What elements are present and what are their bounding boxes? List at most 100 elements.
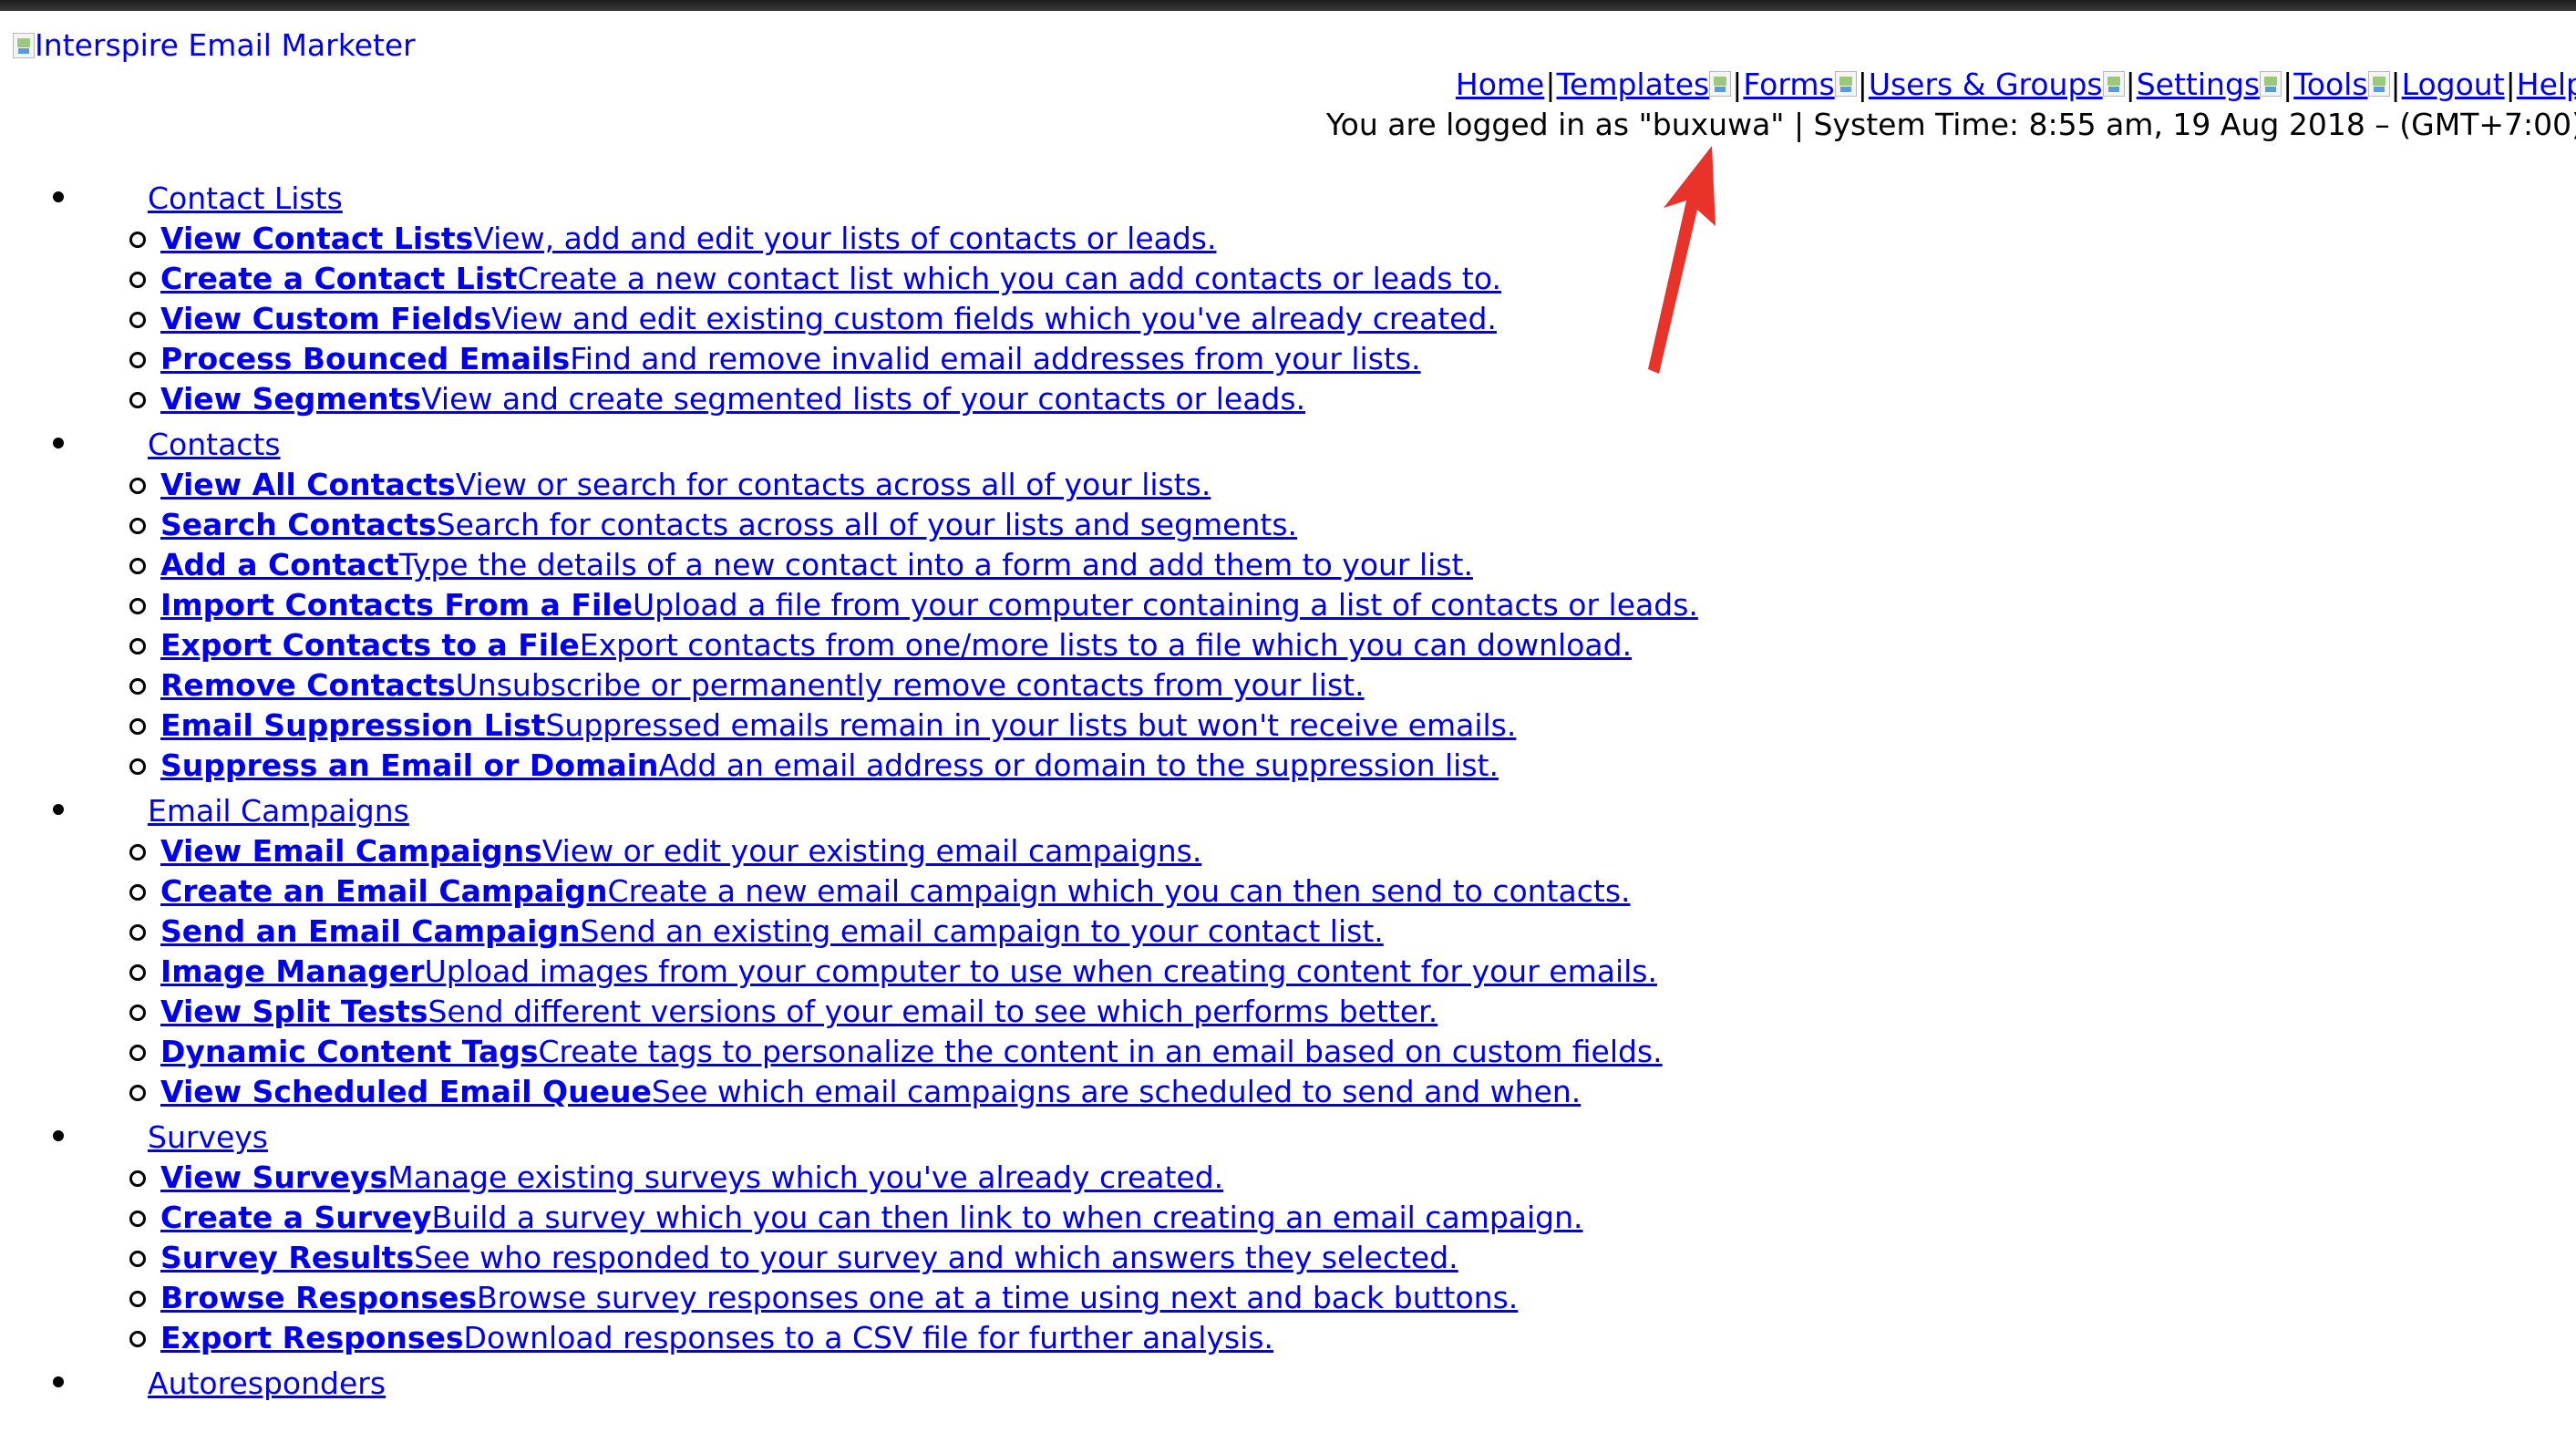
circle-bullet-icon bbox=[129, 844, 146, 860]
menu-link-export-contacts-to-a-file[interactable]: Export Contacts to a FileExport contacts… bbox=[160, 625, 1632, 665]
circle-bullet-icon bbox=[129, 392, 146, 408]
menu-link-image-manager[interactable]: Image ManagerUpload images from your com… bbox=[160, 952, 1657, 992]
menu-link-view-surveys[interactable]: View SurveysManage existing surveys whic… bbox=[160, 1158, 1223, 1198]
menu-link-survey-results[interactable]: Survey ResultsSee who responded to your … bbox=[160, 1238, 1458, 1278]
menu-link-export-responses[interactable]: Export ResponsesDownload responses to a … bbox=[160, 1318, 1273, 1358]
menu-link-description: Unsubscribe or permanently remove contac… bbox=[455, 667, 1365, 703]
submenu-item: Search ContactsSearch for contacts acros… bbox=[36, 505, 1297, 545]
menu-link-description: Build a survey which you can then link t… bbox=[431, 1200, 1583, 1235]
section-title-autoresponders[interactable]: Autoresponders bbox=[148, 1364, 409, 1404]
menu-link-search-contacts[interactable]: Search ContactsSearch for contacts acros… bbox=[160, 505, 1297, 545]
menu-link-description: Create a new email campaign which you ca… bbox=[607, 873, 1631, 909]
menu-link-view-segments[interactable]: View SegmentsView and create segmented l… bbox=[160, 379, 1305, 419]
nav-separator: | bbox=[2282, 67, 2293, 102]
menu-link-send-an-email-campaign[interactable]: Send an Email CampaignSend an existing e… bbox=[160, 912, 1384, 952]
menu-link-description: Type the details of a new contact into a… bbox=[398, 547, 1473, 582]
top-navigation: Home|Templates |Forms |Users & Groups |Sett… bbox=[1456, 66, 2576, 104]
circle-bullet-icon bbox=[129, 1331, 146, 1347]
annotation-arrow-shape bbox=[1648, 146, 1716, 374]
submenu-item: Email Suppression ListSuppressed emails … bbox=[36, 706, 1516, 746]
dropdown-broken-image-icon[interactable] bbox=[1709, 71, 1732, 97]
menu-link-name: View Split Tests bbox=[160, 994, 428, 1029]
menu-link-description: Upload a file from your computer contain… bbox=[632, 587, 1698, 623]
nav-link-logout[interactable]: Logout bbox=[2402, 67, 2505, 102]
nav-link-home[interactable]: Home bbox=[1456, 67, 1544, 102]
submenu-item: View Email CampaignsView or edit your ex… bbox=[36, 831, 1201, 871]
submenu-item: Export ResponsesDownload responses to a … bbox=[36, 1318, 1273, 1358]
menu-link-view-all-contacts[interactable]: View All ContactsView or search for cont… bbox=[160, 465, 1211, 505]
menu-link-name: Image Manager bbox=[160, 953, 425, 989]
dropdown-broken-image-icon[interactable] bbox=[2260, 71, 2282, 97]
section-title-contacts[interactable]: Contacts bbox=[148, 425, 409, 465]
submenu-item: View Contact ListsView, add and edit you… bbox=[36, 219, 1216, 259]
nav-separator: | bbox=[1732, 67, 1743, 102]
menu-link-view-email-campaigns[interactable]: View Email CampaignsView or edit your ex… bbox=[160, 831, 1201, 871]
menu-link-name: Remove Contacts bbox=[160, 667, 456, 703]
menu-link-description: View or search for contacts across all o… bbox=[455, 467, 1211, 502]
menu-link-view-split-tests[interactable]: View Split TestsSend different versions … bbox=[160, 992, 1437, 1032]
submenu-item: Create a SurveyBuild a survey which you … bbox=[36, 1198, 1583, 1238]
nav-separator: | bbox=[1857, 67, 1868, 102]
menu-link-create-an-email-campaign[interactable]: Create an Email CampaignCreate a new ema… bbox=[160, 871, 1631, 912]
circle-bullet-icon bbox=[129, 478, 146, 494]
menu-link-description: View and create segmented lists of your … bbox=[421, 381, 1306, 417]
menu-section: Contact Lists View Contact ListsView, add… bbox=[36, 179, 1501, 419]
nav-link-users-groups[interactable]: Users & Groups bbox=[1869, 67, 2103, 102]
menu-link-description: See who responded to your survey and whi… bbox=[414, 1240, 1458, 1275]
menu-link-remove-contacts[interactable]: Remove ContactsUnsubscribe or permanentl… bbox=[160, 665, 1365, 706]
nav-link-templates[interactable]: Templates bbox=[1556, 67, 1709, 102]
dropdown-broken-image-icon[interactable] bbox=[1834, 71, 1857, 97]
menu-link-name: Export Responses bbox=[160, 1320, 464, 1355]
nav-separator: | bbox=[1545, 67, 1556, 102]
menu-link-process-bounced-emails[interactable]: Process Bounced EmailsFind and remove in… bbox=[160, 339, 1421, 379]
menu-link-name: Email Suppression List bbox=[160, 707, 546, 743]
menu-link-description: Download responses to a CSV file for fur… bbox=[463, 1320, 1274, 1355]
nav-separator: | bbox=[2125, 67, 2136, 102]
nav-link-settings[interactable]: Settings bbox=[2137, 67, 2260, 102]
nav-separator: | bbox=[2390, 67, 2401, 102]
section-title-surveys[interactable]: Surveys bbox=[148, 1118, 409, 1158]
menu-link-description: View and edit existing custom fields whi… bbox=[491, 301, 1497, 336]
menu-link-description: Send an existing email campaign to your … bbox=[580, 913, 1384, 949]
menu-link-create-a-contact-list[interactable]: Create a Contact ListCreate a new contac… bbox=[160, 259, 1501, 299]
nav-link-tools[interactable]: Tools bbox=[2293, 67, 2367, 102]
menu-link-browse-responses[interactable]: Browse ResponsesBrowse survey responses … bbox=[160, 1278, 1518, 1318]
section-title-email-campaigns[interactable]: Email Campaigns bbox=[148, 791, 409, 831]
menu-link-suppress-an-email-or-domain[interactable]: Suppress an Email or DomainAdd an email … bbox=[160, 746, 1499, 786]
menu-link-view-contact-lists[interactable]: View Contact ListsView, add and edit you… bbox=[160, 219, 1216, 259]
submenu-item: View All ContactsView or search for cont… bbox=[36, 465, 1211, 505]
menu-link-name: Create a Survey bbox=[160, 1200, 432, 1235]
menu-link-description: Create tags to personalize the content i… bbox=[538, 1034, 1663, 1069]
submenu-item: View Split TestsSend different versions … bbox=[36, 992, 1437, 1032]
bullet-icon bbox=[53, 191, 64, 202]
circle-bullet-icon bbox=[129, 718, 146, 735]
broken-image-icon bbox=[13, 33, 35, 58]
menu-link-name: Search Contacts bbox=[160, 507, 437, 542]
menu-link-add-a-contact[interactable]: Add a ContactType the details of a new c… bbox=[160, 545, 1473, 585]
nav-link-help[interactable]: Help bbox=[2517, 67, 2576, 102]
submenu-item: Dynamic Content TagsCreate tags to perso… bbox=[36, 1032, 1663, 1072]
submenu-item: Send an Email CampaignSend an existing e… bbox=[36, 912, 1384, 952]
menu-link-name: View Segments bbox=[160, 381, 422, 417]
menu-link-email-suppression-list[interactable]: Email Suppression ListSuppressed emails … bbox=[160, 706, 1516, 746]
menu-link-create-a-survey[interactable]: Create a SurveyBuild a survey which you … bbox=[160, 1198, 1583, 1238]
circle-bullet-icon bbox=[129, 924, 146, 941]
submenu-item: Survey ResultsSee who responded to your … bbox=[36, 1238, 1458, 1278]
menu-link-import-contacts-from-a-file[interactable]: Import Contacts From a FileUpload a file… bbox=[160, 585, 1698, 625]
dropdown-broken-image-icon[interactable] bbox=[2102, 71, 2125, 97]
logo[interactable]: Interspire Email Marketer bbox=[13, 27, 416, 64]
circle-bullet-icon bbox=[129, 598, 146, 614]
menu-link-view-scheduled-email-queue[interactable]: View Scheduled Email QueueSee which emai… bbox=[160, 1072, 1581, 1112]
menu-link-dynamic-content-tags[interactable]: Dynamic Content TagsCreate tags to perso… bbox=[160, 1032, 1663, 1072]
dropdown-broken-image-icon[interactable] bbox=[2367, 71, 2390, 97]
circle-bullet-icon bbox=[129, 232, 146, 248]
circle-bullet-icon bbox=[129, 1170, 146, 1187]
menu-section: Surveys View SurveysManage existing surve… bbox=[36, 1118, 1583, 1358]
circle-bullet-icon bbox=[129, 1251, 146, 1267]
section-title-contact-lists[interactable]: Contact Lists bbox=[148, 179, 409, 219]
submenu-item: Add a ContactType the details of a new c… bbox=[36, 545, 1473, 585]
nav-link-forms[interactable]: Forms bbox=[1743, 67, 1834, 102]
menu-link-view-custom-fields[interactable]: View Custom FieldsView and edit existing… bbox=[160, 299, 1497, 339]
annotation-arrow bbox=[1648, 146, 1716, 374]
submenu-item: Create a Contact ListCreate a new contac… bbox=[36, 259, 1501, 299]
